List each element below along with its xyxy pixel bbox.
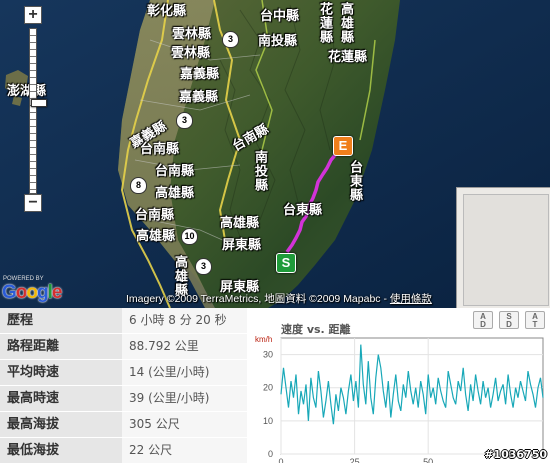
label-kaohsiung: 高雄縣 <box>155 186 195 201</box>
label-yunlin: 雲林縣 <box>172 27 212 42</box>
route-stats-table: 歷程 6 小時 8 分 20 秒 路程距離 88.792 公里 平均時速 14 … <box>0 308 247 463</box>
label-kaohsiung-vert: 高雄縣 <box>338 2 353 44</box>
stat-row-avg-speed: 平均時速 14 (公里/小時) <box>0 360 247 386</box>
label-taitung: 台東縣 <box>283 203 323 218</box>
label-taitung-vert: 台東縣 <box>347 160 362 202</box>
label-tainan-2: 台南縣 <box>155 164 195 179</box>
stat-value: 39 (公里/小時) <box>122 386 247 411</box>
stat-value: 14 (公里/小時) <box>122 360 247 385</box>
stat-row-min-altitude: 最低海拔 22 公尺 <box>0 438 247 463</box>
label-tainan: 台南縣 <box>140 142 180 157</box>
overview-map[interactable] <box>456 187 550 308</box>
chart-altitude-distance-button[interactable]: AD <box>473 311 493 329</box>
label-yunlin-2: 雲林縣 <box>171 46 211 61</box>
zoom-out-button[interactable]: − <box>24 194 42 212</box>
stat-label: 歷程 <box>0 308 122 333</box>
map-copyright: Imagery ©2009 TerraMetrics, 地圖資料 ©2009 M… <box>126 291 432 306</box>
chart-x-tick-label: 50 <box>423 457 433 463</box>
chart-x-tick-label: 25 <box>350 457 360 463</box>
zoom-control[interactable]: + − <box>24 6 47 214</box>
road-shield-3b: 3 <box>176 112 193 129</box>
label-nantou: 南投縣 <box>258 34 298 49</box>
label-taichung: 台中縣 <box>260 9 300 24</box>
road-shield-3c: 3 <box>195 258 212 275</box>
stat-value: 305 公尺 <box>122 412 247 437</box>
stat-label: 最低海拔 <box>0 438 122 463</box>
chart-y-tick-label: 30 <box>263 350 273 360</box>
road-shield-10: 10 <box>181 228 198 245</box>
label-pingtung: 屏東縣 <box>222 238 262 253</box>
chart-y-tick-label: 10 <box>263 416 273 426</box>
label-kaohsiung-2: 高雄縣 <box>136 229 176 244</box>
watermark-id: #1036750 <box>484 448 547 461</box>
stat-row-duration: 歷程 6 小時 8 分 20 秒 <box>0 308 247 334</box>
route-end-marker[interactable]: E <box>333 136 353 156</box>
terms-of-use-link[interactable]: 使用條款 <box>390 293 432 305</box>
stat-row-max-altitude: 最高海拔 305 公尺 <box>0 412 247 438</box>
stat-value: 88.792 公里 <box>122 334 247 359</box>
zoom-in-button[interactable]: + <box>24 6 42 24</box>
copyright-text: Imagery ©2009 TerraMetrics, 地圖資料 ©2009 M… <box>126 293 390 305</box>
chart-y-tick-label: 20 <box>263 383 273 393</box>
zoom-slider-track[interactable] <box>29 28 47 194</box>
overview-map-viewport[interactable] <box>463 194 549 306</box>
chart-y-axis-label: km/h <box>255 335 272 344</box>
stat-row-distance: 路程距離 88.792 公里 <box>0 334 247 360</box>
label-tainan-3: 台南縣 <box>135 208 175 223</box>
google-logo[interactable]: Google <box>2 282 62 304</box>
route-map[interactable]: 彰化縣 台中縣 雲林縣 雲林縣 嘉義縣 嘉義縣 嘉義縣 台南縣 台南縣 台南縣 … <box>0 0 550 308</box>
chart-title: 速度 vs. 距離 <box>281 323 351 336</box>
label-changhua: 彰化縣 <box>147 4 187 19</box>
road-shield-3: 3 <box>222 31 239 48</box>
chart-x-tick-label: 0 <box>278 457 283 463</box>
stat-label: 最高海拔 <box>0 412 122 437</box>
stat-row-max-speed: 最高時速 39 (公里/小時) <box>0 386 247 412</box>
label-hualien: 花蓮縣 <box>328 50 368 65</box>
label-kaohsiung-3: 高雄縣 <box>220 216 260 231</box>
stat-value: 6 小時 8 分 20 秒 <box>122 308 247 333</box>
road-shield-8: 8 <box>130 177 147 194</box>
stat-value: 22 公尺 <box>122 438 247 463</box>
route-start-marker[interactable]: S <box>276 253 296 273</box>
stat-label: 平均時速 <box>0 360 122 385</box>
zoom-slider-thumb[interactable] <box>31 99 47 107</box>
label-chiayi-2: 嘉義縣 <box>179 90 219 105</box>
stat-label: 最高時速 <box>0 386 122 411</box>
chart-altitude-time-button[interactable]: AT <box>525 311 545 329</box>
label-hualien-vert: 花蓮縣 <box>317 2 332 44</box>
chart-y-tick-label: 0 <box>268 449 273 459</box>
speed-distance-chart-panel: 0 10 20 30 0 25 50 km/h 速度 vs. 距離 AD SD AT <box>247 308 550 463</box>
chart-speed-distance-button[interactable]: SD <box>499 311 519 329</box>
label-chiayi: 嘉義縣 <box>180 67 220 82</box>
label-nantou-2: 南投縣 <box>252 150 267 192</box>
stat-label: 路程距離 <box>0 334 122 359</box>
